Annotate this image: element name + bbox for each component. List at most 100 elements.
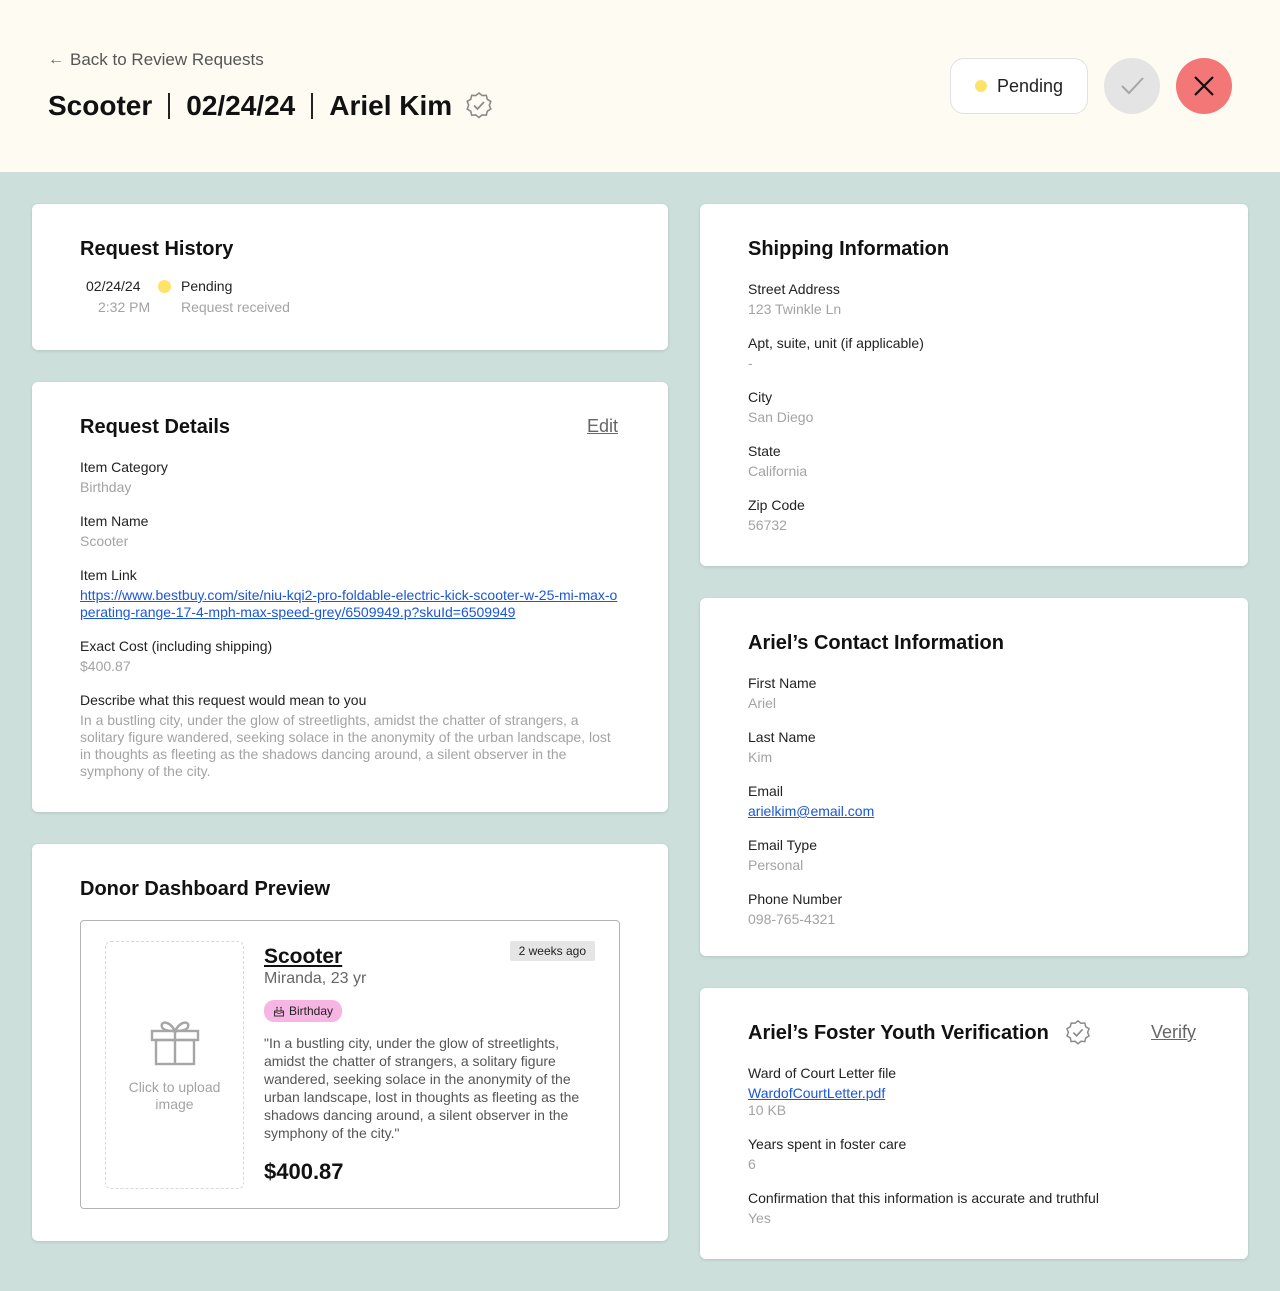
exact-cost-field: Exact Cost (including shipping) $400.87 <box>80 637 272 675</box>
title-date: 02/24/24 <box>186 90 296 121</box>
state-field: State California <box>748 442 807 480</box>
field-label: Item Name <box>80 513 149 529</box>
request-details-title: Request Details <box>80 416 231 438</box>
field-value: San Diego <box>748 409 814 425</box>
email-field: Email arielkim@email.com <box>748 782 874 820</box>
verified-badge-icon <box>1064 1019 1092 1047</box>
phone-number-field: Phone Number 098-765-4321 <box>748 890 842 928</box>
email-type-field: Email Type Personal <box>748 836 817 874</box>
title-item: Scooter <box>48 90 153 121</box>
field-value: 56732 <box>748 517 787 533</box>
close-icon <box>1194 76 1214 96</box>
preview-quote: "In a bustling city, under the glow of s… <box>264 1035 580 1141</box>
field-value: $400.87 <box>80 658 131 674</box>
donor-preview-title: Donor Dashboard Preview <box>80 878 331 900</box>
status-dropdown[interactable]: Pending <box>950 58 1088 114</box>
field-label: Item Link <box>80 567 137 583</box>
history-status-dot <box>158 280 171 293</box>
image-upload-area[interactable]: Click to upload image <box>105 941 244 1189</box>
street-address-field: Street Address 123 Twinkle Ln <box>748 280 841 318</box>
field-label: Item Category <box>80 459 168 475</box>
history-status: Pending <box>181 278 233 294</box>
letter-file-size: 10 KB <box>748 1102 787 1118</box>
apt-suite-field: Apt, suite, unit (if applicable) - <box>748 334 924 372</box>
status-label: Pending <box>996 75 1064 96</box>
preview-time-ago: 2 weeks ago <box>509 941 595 961</box>
category-badge: Birthday <box>264 1000 343 1022</box>
confirmation-field: Confirmation that this information is ac… <box>748 1189 1099 1227</box>
contact-information-card: Ariel’s Contact Information First Name A… <box>700 598 1248 956</box>
city-field: City San Diego <box>748 388 813 426</box>
history-date: 02/24/24 <box>86 278 141 294</box>
approve-button[interactable] <box>1104 58 1160 114</box>
field-value: 098-765-4321 <box>748 911 836 927</box>
field-label: First Name <box>748 675 817 691</box>
item-link-field: Item Link https://www.bestbuy.com/site/n… <box>80 566 625 621</box>
request-details-card: Request Details Edit Item Category Birth… <box>32 382 668 812</box>
first-name-field: First Name Ariel <box>748 674 816 712</box>
arrow-left-icon: ← <box>48 51 64 68</box>
verified-badge-icon <box>464 91 494 121</box>
cake-icon <box>274 1006 284 1017</box>
verify-link[interactable]: Verify <box>1151 1022 1196 1043</box>
edit-link[interactable]: Edit <box>587 416 618 437</box>
field-label: State <box>748 443 781 459</box>
field-value: Personal <box>748 857 804 873</box>
reject-button[interactable] <box>1176 58 1232 114</box>
history-time: 2:32 PM <box>98 299 151 315</box>
field-value: In a bustling city, under the glow of st… <box>80 712 611 779</box>
foster-youth-verification-card: Ariel’s Foster Youth Verification Verify… <box>700 988 1248 1259</box>
years-in-foster-care-field: Years spent in foster care 6 <box>748 1135 906 1173</box>
field-label: City <box>748 389 773 405</box>
page-header: ← Back to Review Requests Scooter 02/24/… <box>0 0 1280 172</box>
preview-item-title[interactable]: Scooter <box>264 945 342 969</box>
title-divider <box>168 93 171 119</box>
shipping-title: Shipping Information <box>748 238 950 260</box>
field-value: Birthday <box>80 479 132 495</box>
field-label: Email <box>748 783 784 799</box>
field-value: Scooter <box>80 533 129 549</box>
status-dot <box>974 80 987 92</box>
field-label: Zip Code <box>748 497 805 513</box>
title-divider <box>311 93 314 119</box>
letter-file-link[interactable]: WardofCourtLetter.pdf <box>748 1085 885 1101</box>
field-value: California <box>748 463 808 479</box>
history-note: Request received <box>181 299 290 315</box>
field-label: Years spent in foster care <box>748 1136 907 1152</box>
item-link[interactable]: https://www.bestbuy.com/site/niu-kqi2-pr… <box>80 587 617 620</box>
item-name-field: Item Name Scooter <box>80 512 148 550</box>
title-requester: Ariel Kim <box>329 90 453 121</box>
field-label: Phone Number <box>748 891 843 907</box>
field-label: Ward of Court Letter file <box>748 1065 897 1081</box>
check-icon <box>1121 77 1144 95</box>
back-to-review-requests-link[interactable]: ← Back to Review Requests <box>48 50 264 70</box>
email-link[interactable]: arielkim@email.com <box>748 803 874 819</box>
field-label: Email Type <box>748 837 817 853</box>
category-badge-label: Birthday <box>289 1004 334 1018</box>
field-label: Apt, suite, unit (if applicable) <box>748 335 924 351</box>
field-value: 123 Twinkle Ln <box>748 301 842 317</box>
page-title: Scooter 02/24/24 Ariel Kim <box>48 88 494 124</box>
zip-code-field: Zip Code 56732 <box>748 496 805 534</box>
field-value: Ariel <box>748 695 777 711</box>
back-link-label: Back to Review Requests <box>70 50 264 69</box>
field-value: - <box>748 355 753 371</box>
donor-dashboard-preview-card: Donor Dashboard Preview Click to upload … <box>32 844 668 1241</box>
field-value: Yes <box>748 1210 771 1226</box>
field-label: Street Address <box>748 281 840 297</box>
field-value: 6 <box>748 1156 756 1172</box>
request-history-card: Request History 02/24/24 2:32 PM Pending… <box>32 204 668 350</box>
ward-of-court-letter-field: Ward of Court Letter file WardofCourtLet… <box>748 1064 896 1119</box>
field-label: Last Name <box>748 729 816 745</box>
field-label: Describe what this request would mean to… <box>80 692 367 708</box>
gift-icon <box>150 1021 199 1066</box>
upload-text: Click to upload image <box>128 1079 221 1112</box>
verification-title: Ariel’s Foster Youth Verification <box>748 1022 1049 1044</box>
field-label: Confirmation that this information is ac… <box>748 1190 1099 1206</box>
request-preview-card: Click to upload image Scooter Miranda, 2… <box>80 920 620 1209</box>
field-label: Exact Cost (including shipping) <box>80 638 273 654</box>
request-meaning-field: Describe what this request would mean to… <box>80 691 625 780</box>
contact-title: Ariel’s Contact Information <box>748 632 1004 654</box>
field-value: Kim <box>748 749 773 765</box>
last-name-field: Last Name Kim <box>748 728 816 766</box>
